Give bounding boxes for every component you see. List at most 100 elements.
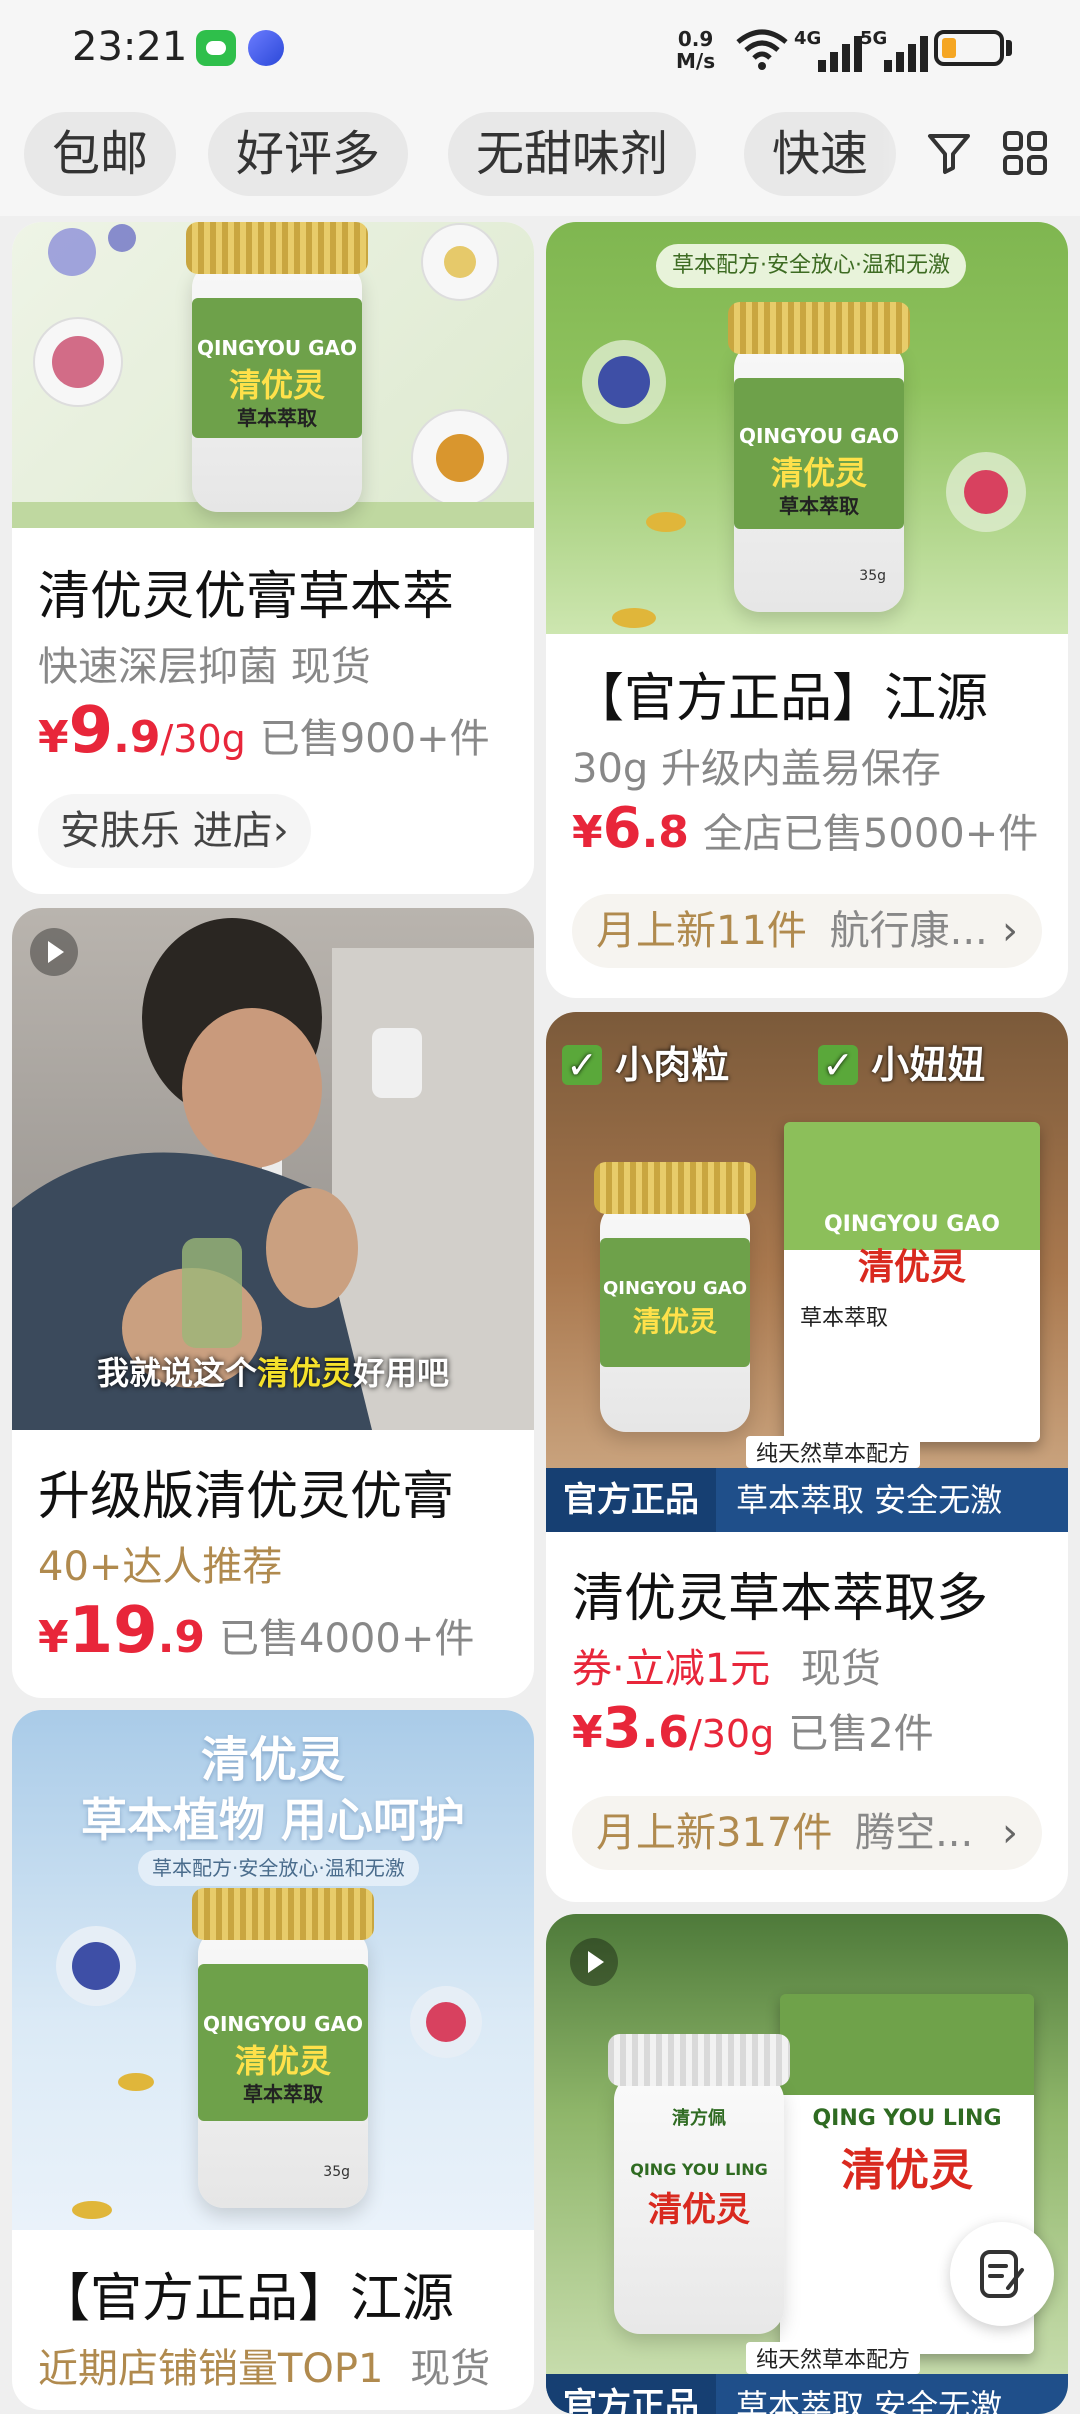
jar-english-name: QINGYOU GAO	[196, 336, 358, 360]
feature-check-1: ✓ 小肉粒	[562, 1034, 729, 1089]
feature-check-2-label: 小妞妞	[871, 1043, 986, 1087]
image-footer-banner: 官方正品 草本萃取 安全无激	[546, 2374, 1068, 2414]
price-line: ¥6.8 全店已售5000+件	[572, 796, 1038, 861]
product-image[interactable]: 草本配方·安全放心·温和无激 QINGYOU GAO 清优灵 草本萃取 35g	[546, 222, 1068, 634]
jar-weight: 35g	[859, 568, 886, 584]
sold-count: 已售900+件	[259, 716, 490, 762]
box-subtitle: 草本萃取	[800, 1306, 889, 1331]
video-caption-part2: 好用吧	[353, 1354, 450, 1392]
checkmark-icon: ✓	[818, 1045, 858, 1085]
jar-chinese-name: 清优灵	[234, 2042, 331, 2080]
filter-bar: 包邮 好评多 无甜味剂 快速	[0, 100, 1080, 216]
jar-cap	[728, 302, 910, 354]
chevron-right-icon: ›	[1002, 1810, 1018, 1856]
product-card[interactable]: QING YOU LING 清优灵 清方佩 QING YOU LING 清优灵 …	[546, 1914, 1068, 2414]
coupon-tag[interactable]: 券·立减1元	[572, 1646, 770, 1692]
product-video[interactable]: 我就说这个清优灵好用吧	[12, 908, 534, 1430]
stock-status: 现货	[800, 1646, 881, 1692]
jar-subtitle: 草本萃取	[243, 2082, 323, 2106]
price-integer: 9	[68, 694, 114, 768]
price-decimal: .6	[641, 1707, 689, 1758]
box-english-name: QINGYOU GAO	[823, 1212, 1001, 1237]
jar-cap	[192, 1888, 374, 1940]
price-unit: /30g	[688, 1712, 775, 1756]
price-integer: 6	[602, 796, 642, 861]
filter-chip-no-sweetener[interactable]: 无甜味剂	[448, 112, 697, 196]
jar-label: QINGYOU GAO 清优灵 草本萃取	[198, 1964, 368, 2121]
product-image[interactable]: ✓ 小肉粒 ✓ 小妞妞 QINGYOU GAO 清优灵 草本萃取 QINGYOU…	[546, 1012, 1068, 1532]
product-tagline: 快速深层抑菌 现货	[38, 644, 371, 690]
shop-new-arrivals-link[interactable]: 月上新11件 航行康... ›	[572, 894, 1042, 968]
sold-count: 已售4000+件	[219, 1616, 475, 1662]
price-line: ¥19.9 已售4000+件	[38, 1594, 474, 1668]
box-chinese-name: 清优灵	[841, 2145, 973, 2196]
jar-chinese-name: 清优灵	[632, 1305, 717, 1338]
jar-subtitle: 草本萃取	[779, 494, 859, 518]
stock-status: 现货	[410, 2346, 491, 2392]
banner-features: 草本萃取 安全无激	[736, 2387, 1003, 2414]
filter-chip-good-reviews[interactable]: 好评多	[208, 112, 409, 196]
product-jar: QINGYOU GAO 清优灵 草本萃取	[186, 222, 368, 512]
price-decimal: .9	[113, 712, 161, 763]
enter-shop-button[interactable]: 安肤乐 进店›	[38, 794, 311, 868]
video-caption-highlight: 清优灵	[256, 1354, 353, 1392]
battery-tip	[1006, 40, 1012, 56]
jar-chinese-name: 清优灵	[648, 2190, 750, 2230]
floating-notes-button[interactable]	[950, 2222, 1054, 2326]
jar-english-name: QING YOU LING	[630, 2160, 768, 2179]
product-card[interactable]: 草本配方·安全放心·温和无激 QINGYOU GAO 清优灵 草本萃取 35g …	[546, 222, 1068, 998]
product-card[interactable]: ✓ 小肉粒 ✓ 小妞妞 QINGYOU GAO 清优灵 草本萃取 QINGYOU…	[546, 1012, 1068, 1902]
product-jar: 清方佩 QING YOU LING 清优灵	[608, 2034, 790, 2334]
product-jar: QINGYOU GAO 清优灵	[594, 1162, 756, 1432]
banner-features: 草本萃取 安全无激	[736, 1481, 1003, 1519]
price-currency: ¥	[38, 712, 69, 763]
product-jar: QINGYOU GAO 清优灵 草本萃取 35g	[728, 302, 910, 612]
box-chinese-name: 清优灵	[857, 1247, 966, 1288]
shop-name: 腾空...	[855, 1810, 974, 1856]
price-unit: /30g	[160, 717, 246, 761]
jar-english-name: QINGYOU GAO	[738, 424, 900, 448]
new-arrivals-label: 月上新317件	[596, 1810, 833, 1856]
grid-view-icon[interactable]	[1002, 130, 1048, 176]
formula-tag: 纯天然草本配方	[746, 1436, 921, 1468]
product-video[interactable]: QING YOU LING 清优灵 清方佩 QING YOU LING 清优灵 …	[546, 1914, 1068, 2414]
price-currency: ¥	[38, 1612, 69, 1663]
price-integer: 19	[68, 1594, 158, 1668]
jar-cap	[594, 1162, 756, 1214]
jar-english-name: QINGYOU GAO	[202, 2012, 364, 2036]
price-line: ¥9.9/30g 已售900+件	[38, 694, 490, 768]
wifi-icon	[736, 29, 788, 70]
network-speed-value: 0.9	[677, 27, 714, 51]
notes-icon	[980, 2250, 1024, 2298]
product-image[interactable]: 清优灵 草本植物 用心呵护 草本配方·安全放心·温和无激 QINGYOU GAO…	[12, 1710, 534, 2230]
product-card[interactable]: 清优灵 草本植物 用心呵护 草本配方·安全放心·温和无激 QINGYOU GAO…	[12, 1710, 534, 2410]
product-title: 升级版清优灵优膏	[38, 1467, 455, 1527]
product-card[interactable]: 我就说这个清优灵好用吧 升级版清优灵优膏 40+达人推荐 ¥19.9 已售4000…	[12, 908, 534, 1698]
price-decimal: .9	[157, 1612, 206, 1663]
product-tagline: 近期店铺销量TOP1 现货	[38, 2336, 490, 2394]
video-play-icon[interactable]	[30, 928, 78, 976]
jar-cap	[186, 222, 368, 274]
official-genuine-tag: 官方正品	[546, 1468, 716, 1532]
shop-name: 航行康...	[829, 908, 988, 954]
app-notification-icon	[248, 30, 284, 66]
network-speed-unit: M/s	[676, 49, 716, 73]
influencer-recommendation: 40+达人推荐	[38, 1544, 283, 1590]
product-title: 清优灵优膏草本萃	[38, 567, 455, 627]
filter-fade	[880, 100, 1080, 216]
signal-5g: 5G	[860, 28, 940, 72]
new-arrivals-label: 月上新11件	[596, 908, 807, 954]
filter-chip-free-shipping[interactable]: 包邮	[24, 112, 177, 196]
product-card[interactable]: QINGYOU GAO 清优灵 草本萃取 清优灵优膏草本萃 快速深层抑菌 现货 …	[12, 222, 534, 894]
image-footer-banner: 官方正品 草本萃取 安全无激	[546, 1468, 1068, 1532]
filter-icon[interactable]	[926, 130, 972, 176]
status-bar: 23:21 0.9 M/s 4G 5G	[0, 0, 1080, 100]
video-play-icon[interactable]	[570, 1938, 618, 1986]
filter-chip-fast[interactable]: 快速	[744, 112, 897, 196]
product-tagline: 券·立减1元 现货	[572, 1636, 881, 1694]
signal-bars-icon	[884, 36, 928, 72]
official-genuine-tag: 官方正品	[546, 2374, 716, 2414]
product-image[interactable]: QINGYOU GAO 清优灵 草本萃取	[12, 222, 534, 528]
shop-new-arrivals-link[interactable]: 月上新317件 腾空... ›	[572, 1796, 1042, 1870]
price-currency: ¥	[572, 1707, 603, 1758]
